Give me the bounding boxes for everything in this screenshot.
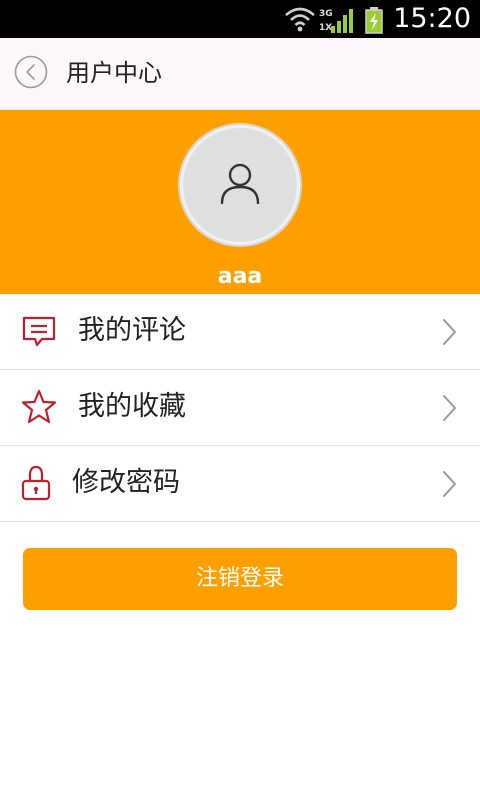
lock-icon xyxy=(20,464,58,502)
chevron-right-icon xyxy=(440,470,460,498)
chevron-left-circle-icon xyxy=(14,55,48,89)
username: aaa xyxy=(217,264,263,289)
chevron-right-icon xyxy=(440,394,460,422)
avatar[interactable] xyxy=(180,125,300,245)
menu-item-label: 我的评论 xyxy=(78,315,186,346)
logout-button[interactable]: 注销登录 xyxy=(23,548,457,610)
svg-text:1X: 1X xyxy=(319,23,332,33)
menu-item-my-comments[interactable]: 我的评论 xyxy=(0,294,480,370)
menu-item-label: 修改密码 xyxy=(72,467,180,498)
page-title: 用户中心 xyxy=(66,59,162,87)
status-time: 15:20 xyxy=(393,3,471,34)
star-icon xyxy=(20,388,58,426)
menu-list: 我的评论 我的收藏 修改密码 xyxy=(0,294,480,522)
chevron-right-icon xyxy=(440,318,460,346)
menu-item-label: 我的收藏 xyxy=(78,391,186,422)
menu-item-my-favorites[interactable]: 我的收藏 xyxy=(0,370,480,446)
profile-banner: aaa xyxy=(0,110,480,294)
menu-item-change-password[interactable]: 修改密码 xyxy=(0,446,480,522)
status-bar: 3G 1X 15:20 xyxy=(0,0,480,38)
user-icon xyxy=(220,163,260,204)
svg-text:3G: 3G xyxy=(319,9,333,19)
status-icons: 3G 1X xyxy=(284,4,394,34)
back-button[interactable] xyxy=(14,55,48,89)
title-bar: 用户中心 xyxy=(0,38,480,110)
wifi-icon: 3G 1X xyxy=(285,7,383,34)
comment-icon xyxy=(20,312,58,350)
